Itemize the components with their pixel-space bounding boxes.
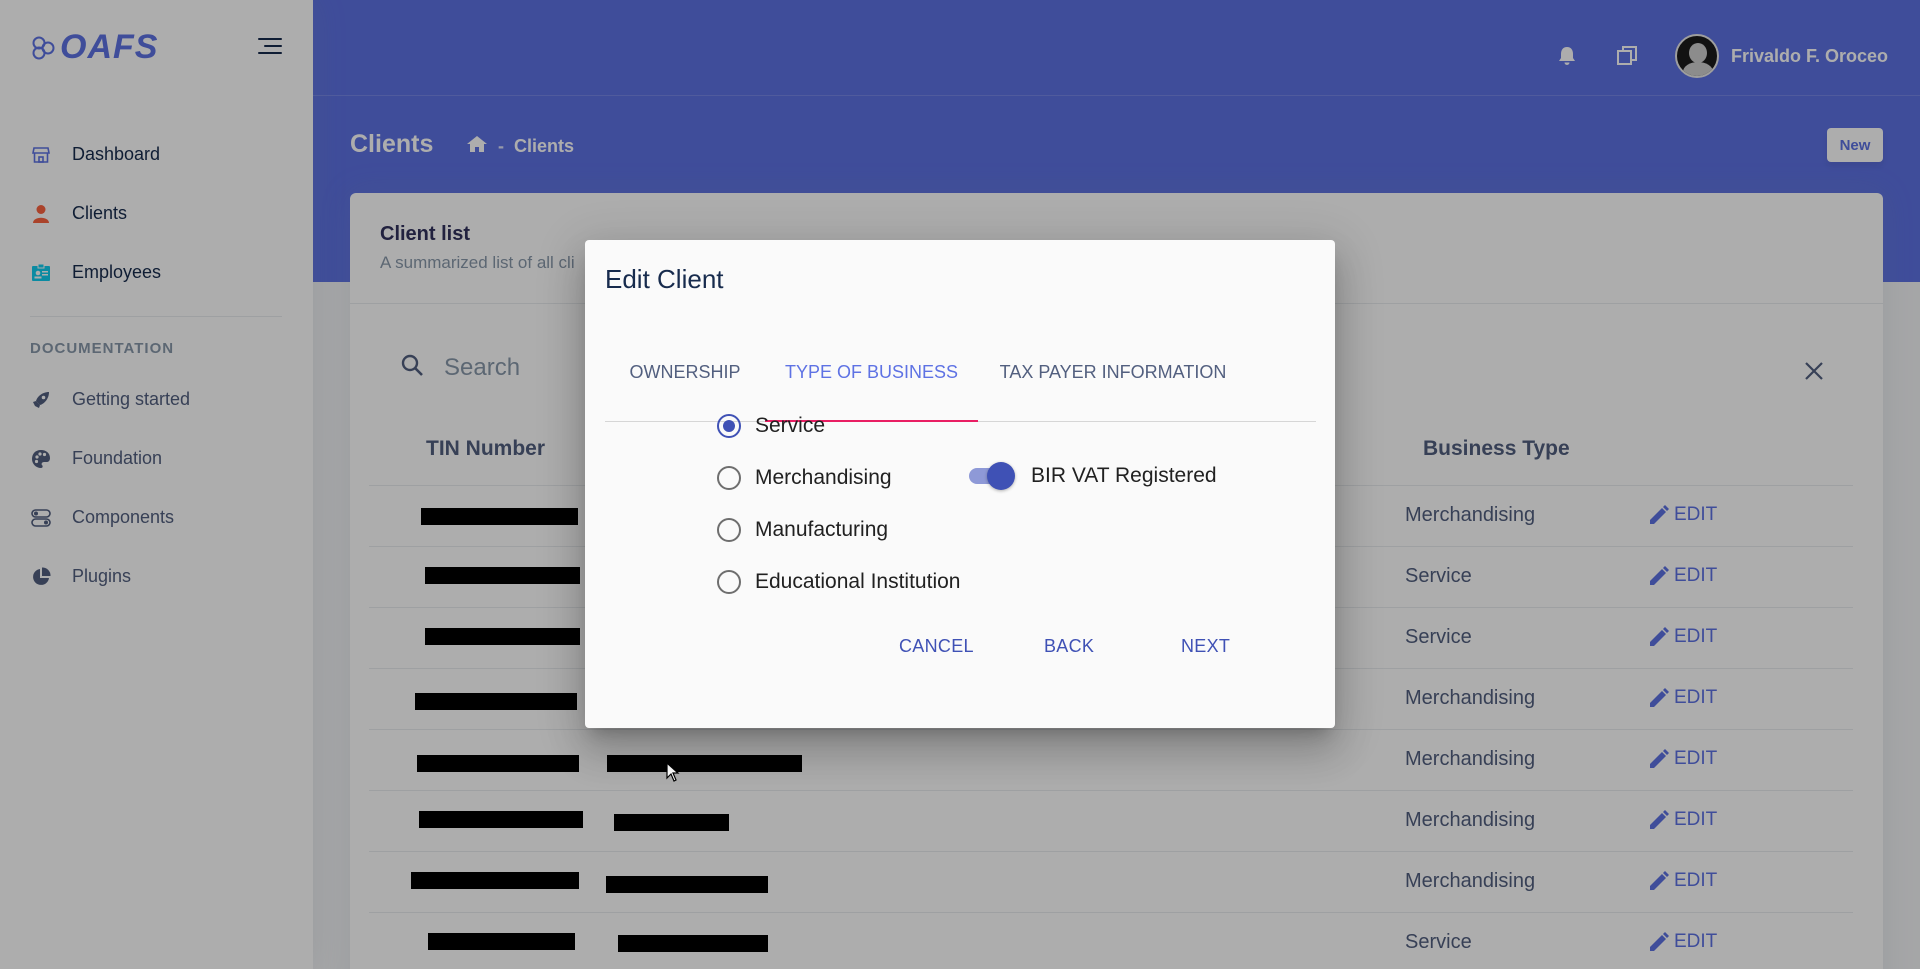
radio-label: Manufacturing bbox=[755, 518, 889, 541]
radio-manufacturing[interactable]: Manufacturing bbox=[717, 518, 888, 542]
tab-ownership[interactable]: OWNERSHIP bbox=[605, 362, 765, 422]
radio-button[interactable] bbox=[717, 570, 741, 594]
radio-merchandising[interactable]: Merchandising bbox=[717, 466, 892, 490]
radio-label: Service bbox=[755, 414, 826, 437]
dialog-title: Edit Client bbox=[605, 264, 724, 294]
radio-button[interactable] bbox=[717, 466, 741, 490]
mouse-cursor-icon bbox=[666, 761, 680, 787]
edit-client-dialog: Edit Client OWNERSHIP TYPE OF BUSINESS T… bbox=[585, 240, 1335, 728]
back-button[interactable]: BACK bbox=[1044, 636, 1094, 657]
toggle-thumb[interactable] bbox=[987, 462, 1015, 490]
radio-service[interactable]: Service bbox=[717, 414, 825, 438]
toggle-track[interactable] bbox=[969, 462, 1015, 490]
next-button[interactable]: NEXT bbox=[1181, 636, 1230, 657]
radio-label: Merchandising bbox=[755, 466, 892, 489]
radio-label: Educational Institution bbox=[755, 570, 961, 593]
radio-educational-institution[interactable]: Educational Institution bbox=[717, 570, 960, 594]
radio-button[interactable] bbox=[717, 414, 741, 438]
radio-button[interactable] bbox=[717, 518, 741, 542]
tab-type-of-business[interactable]: TYPE OF BUSINESS bbox=[765, 362, 978, 422]
bir-vat-registered-toggle[interactable]: BIR VAT Registered bbox=[969, 462, 1217, 490]
toggle-label: BIR VAT Registered bbox=[1031, 464, 1217, 487]
tab-tax-payer-information[interactable]: TAX PAYER INFORMATION bbox=[978, 362, 1248, 422]
dialog-tabs: OWNERSHIP TYPE OF BUSINESS TAX PAYER INF… bbox=[605, 340, 1316, 422]
cancel-button[interactable]: CANCEL bbox=[899, 636, 974, 657]
